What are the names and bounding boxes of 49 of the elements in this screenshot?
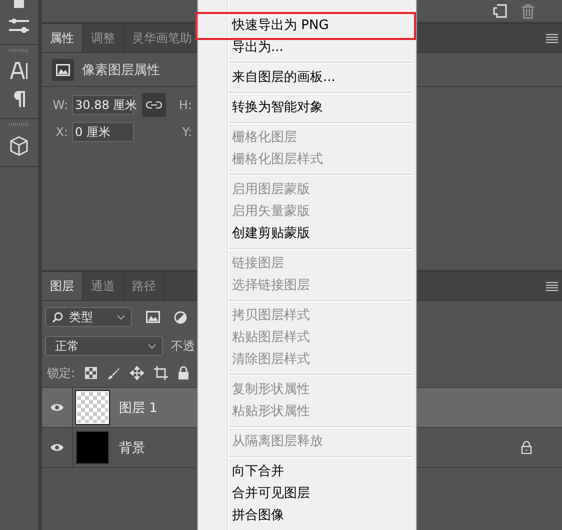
chevron-down-icon [117,314,125,320]
layer-name: 背景 [119,440,145,456]
input-field[interactable]: 30.88 厘米 [72,95,134,115]
character-icon[interactable] [10,62,28,80]
image-layer-icon [52,58,74,80]
input-field[interactable]: 0 厘米 [72,122,134,142]
search-icon [52,312,63,322]
field-label: X: [54,125,68,139]
blend-mode-dropdown[interactable]: 正常 [45,336,163,356]
adjustment-filter-icon[interactable] [174,310,187,324]
new-layer-icon[interactable] [493,4,507,18]
panel-tab[interactable]: 通道 [83,272,124,300]
lock-label: 锁定: [47,364,76,382]
artboard-icon[interactable] [154,366,168,380]
field-label: Y: [181,125,192,139]
cube-icon[interactable] [9,136,29,156]
chevron-down-icon [148,344,156,348]
eye-icon[interactable] [50,403,64,412]
panel-tab[interactable]: 属性 [42,24,83,52]
trash-icon[interactable] [521,4,535,18]
panel-menu-icon[interactable] [546,34,558,42]
eye-icon[interactable] [50,443,64,452]
field-label: W: [52,98,68,112]
layer-name: 图层 1 [119,400,158,416]
panel-tab[interactable]: 路径 [124,272,165,300]
brush-icon[interactable] [107,366,120,380]
menu-item[interactable]: 合并可见图层 [198,483,416,505]
link-icon [146,101,162,109]
panel-tab[interactable]: 调整 [83,24,124,52]
menu-item[interactable]: 转换为智能对象 [198,97,416,119]
sliders-icon[interactable] [8,18,30,34]
menu-item[interactable]: 来自图层的画板... [198,67,416,89]
field-label: H: [178,98,192,112]
panel-tab[interactable]: 图层 [42,272,83,300]
link-button[interactable] [142,93,166,117]
move-icon[interactable] [130,366,144,380]
menu-item[interactable]: 拼合图像 [198,505,416,527]
lock-icon[interactable] [178,366,190,380]
filter-dropdown[interactable]: 类型 [45,307,132,327]
lock-transparency-icon[interactable] [85,367,98,379]
opacity-label: 不透 [171,338,195,354]
panel-menu-icon[interactable] [546,282,558,290]
menu-item[interactable]: 导出为... [198,37,416,59]
menu-item[interactable]: 向下合并 [198,461,416,483]
menu-item[interactable]: 创建剪贴蒙版 [198,223,416,245]
image-filter-icon[interactable] [146,311,160,323]
panel-header: 像素图层属性 [82,62,160,78]
menu-item[interactable]: 快速导出为 PNG [198,15,413,37]
paragraph-icon[interactable] [12,90,26,108]
